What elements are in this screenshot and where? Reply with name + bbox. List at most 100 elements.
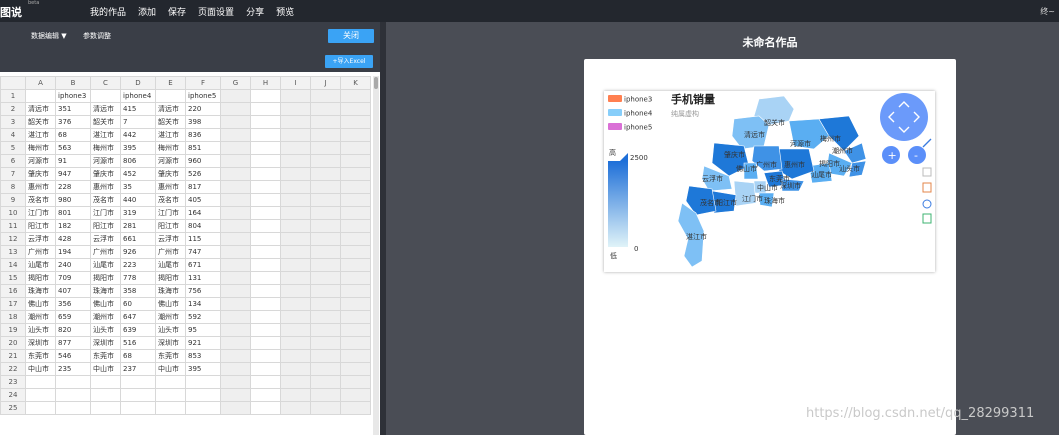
sheet-cell[interactable]: 中山市 — [90, 362, 121, 376]
sheet-cell[interactable] — [310, 193, 341, 207]
sheet-cell[interactable]: 惠州市 — [155, 180, 186, 194]
sheet-cell[interactable]: 东莞市 — [90, 349, 121, 363]
sheet-cell[interactable] — [340, 141, 371, 155]
sheet-cell[interactable]: 梅州市 — [155, 141, 186, 155]
sheet-cell[interactable] — [250, 232, 281, 246]
sheet-cell[interactable]: 7 — [120, 115, 156, 129]
sheet-cell[interactable] — [55, 388, 91, 402]
sheet-cell[interactable]: 佛山市 — [155, 297, 186, 311]
sheet-cell[interactable]: 韶关市 — [25, 115, 56, 129]
import-excel-button[interactable]: +导入Excel — [325, 55, 373, 68]
sheet-cell[interactable] — [250, 362, 281, 376]
sheet-cell[interactable] — [250, 180, 281, 194]
sheet-cell[interactable] — [90, 388, 121, 402]
sheet-cell[interactable]: 756 — [185, 284, 221, 298]
sheet-cell[interactable] — [220, 141, 251, 155]
sheet-cell[interactable]: 梅州市 — [90, 141, 121, 155]
sheet-cell[interactable]: 817 — [185, 180, 221, 194]
menu-add[interactable]: 添加 — [138, 5, 156, 18]
sheet-cell[interactable] — [120, 375, 156, 389]
sheet-cell[interactable] — [310, 141, 341, 155]
sheet-cell[interactable]: 珠海市 — [90, 284, 121, 298]
sheet-cell[interactable]: 韶关市 — [155, 115, 186, 129]
map-chart[interactable]: iphone3 iphone4 iphone5 手机销量 纯属虚构 高 2500… — [604, 91, 935, 272]
sheet-cell[interactable] — [90, 89, 121, 103]
sheet-cell[interactable] — [120, 401, 156, 415]
sheet-cell[interactable] — [310, 401, 341, 415]
sheet-cell[interactable] — [220, 128, 251, 142]
sheet-cell[interactable]: 云浮市 — [155, 232, 186, 246]
sheet-cell[interactable] — [250, 258, 281, 272]
sheet-cell[interactable]: 134 — [185, 297, 221, 311]
row-header[interactable]: 2 — [0, 102, 26, 116]
sheet-cell[interactable] — [340, 258, 371, 272]
sheet-cell[interactable]: 深圳市 — [90, 336, 121, 350]
sheet-cell[interactable] — [25, 89, 56, 103]
sheet-cell[interactable] — [280, 180, 311, 194]
sheet-cell[interactable]: 揭阳市 — [25, 271, 56, 285]
sheet-cell[interactable] — [340, 167, 371, 181]
sheet-cell[interactable]: 851 — [185, 141, 221, 155]
sheet-cell[interactable] — [280, 193, 311, 207]
sheet-cell[interactable]: 398 — [185, 115, 221, 129]
panel-divider[interactable] — [380, 22, 386, 435]
visual-map-bar[interactable] — [608, 161, 628, 247]
sheet-cell[interactable]: 清远市 — [155, 102, 186, 116]
sheet-cell[interactable]: 960 — [185, 154, 221, 168]
sheet-cell[interactable] — [340, 375, 371, 389]
sheet-cell[interactable]: 671 — [185, 258, 221, 272]
sheet-cell[interactable] — [310, 375, 341, 389]
sheet-cell[interactable] — [310, 167, 341, 181]
sheet-cell[interactable] — [220, 271, 251, 285]
sheet-cell[interactable]: 356 — [55, 297, 91, 311]
sheet-cell[interactable] — [25, 388, 56, 402]
roam-controller[interactable]: + - — [880, 93, 928, 164]
sheet-cell[interactable] — [310, 206, 341, 220]
sheet-cell[interactable]: 592 — [185, 310, 221, 324]
app-logo[interactable]: 图说 — [0, 4, 22, 20]
sheet-cell[interactable] — [55, 375, 91, 389]
sheet-cell[interactable] — [280, 310, 311, 324]
sheet-cell[interactable] — [250, 219, 281, 233]
sheet-cell[interactable]: 广州市 — [155, 245, 186, 259]
sheet-cell[interactable] — [340, 323, 371, 337]
legend-label-iphone5[interactable]: iphone5 — [624, 124, 652, 132]
sheet-cell[interactable] — [280, 89, 311, 103]
row-header[interactable]: 9 — [0, 193, 26, 207]
sheet-cell[interactable] — [220, 206, 251, 220]
column-header[interactable]: D — [120, 76, 156, 90]
sheet-cell[interactable]: 319 — [120, 206, 156, 220]
spreadsheet[interactable]: ABCDEFGHIJK 1 iphone3 iphone4 iphone5 2 清远市 35… — [0, 76, 371, 415]
row-header[interactable]: 15 — [0, 271, 26, 285]
sheet-cell[interactable]: 阳江市 — [155, 219, 186, 233]
sheet-cell[interactable]: 珠海市 — [25, 284, 56, 298]
sheet-cell[interactable] — [220, 154, 251, 168]
sheet-cell[interactable] — [340, 219, 371, 233]
sheet-cell[interactable]: 江门市 — [90, 206, 121, 220]
restore-icon[interactable] — [922, 199, 932, 209]
sheet-cell[interactable]: 揭阳市 — [155, 271, 186, 285]
sheet-cell[interactable]: 281 — [120, 219, 156, 233]
sheet-cell[interactable]: 梅州市 — [25, 141, 56, 155]
column-header[interactable]: G — [220, 76, 251, 90]
sheet-cell[interactable]: 358 — [120, 284, 156, 298]
sheet-cell[interactable]: 茂名市 — [25, 193, 56, 207]
sheet-cell[interactable]: 115 — [185, 232, 221, 246]
column-header[interactable]: C — [90, 76, 121, 90]
sheet-cell[interactable]: 汕尾市 — [90, 258, 121, 272]
sheet-cell[interactable]: 云浮市 — [90, 232, 121, 246]
sheet-cell[interactable]: 68 — [55, 128, 91, 142]
sheet-cell[interactable] — [280, 258, 311, 272]
sheet-cell[interactable] — [90, 401, 121, 415]
sheet-cell[interactable] — [220, 115, 251, 129]
sheet-cell[interactable] — [250, 102, 281, 116]
visual-map-handle-top[interactable] — [620, 153, 628, 161]
sheet-cell[interactable]: 91 — [55, 154, 91, 168]
sheet-cell[interactable] — [220, 193, 251, 207]
sheet-cell[interactable] — [220, 219, 251, 233]
sheet-cell[interactable] — [220, 167, 251, 181]
sheet-cell[interactable]: iphone5 — [185, 89, 221, 103]
sheet-cell[interactable] — [340, 180, 371, 194]
sheet-cell[interactable]: 563 — [55, 141, 91, 155]
sheet-cell[interactable] — [250, 167, 281, 181]
